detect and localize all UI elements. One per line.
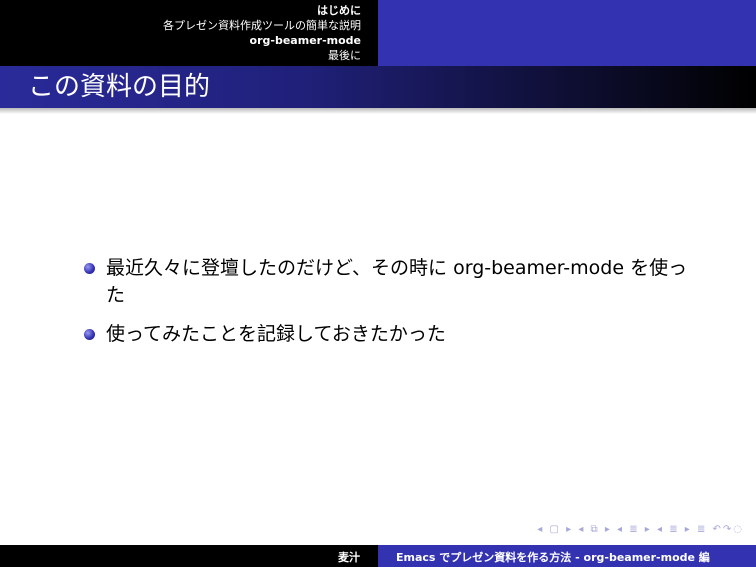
section-navigation: はじめに 各プレゼン資料作成ツールの簡単な説明 org-beamer-mode … <box>163 3 361 63</box>
nav-section-tools[interactable]: 各プレゼン資料作成ツールの簡単な説明 <box>163 18 361 33</box>
list-item-text: 使ってみたことを記録しておきたかった <box>106 323 446 345</box>
navigation-bar: はじめに 各プレゼン資料作成ツールの簡単な説明 org-beamer-mode … <box>0 0 756 66</box>
footer-right: Emacs でプレゼン資料を作る方法 - org-beamer-mode 編 <box>378 545 756 567</box>
footer-title: Emacs でプレゼン資料を作る方法 - org-beamer-mode 編 <box>396 551 710 564</box>
frame-title: この資料の目的 <box>28 72 211 102</box>
list-item-text: 最近久々に登壇したのだけど、その時に org-beamer-mode を使った <box>106 257 688 306</box>
beamer-navigation-symbols[interactable]: ◂ ▢ ▸ ◂ ⧉ ▸ ◂ ≣ ▸ ◂ ≣ ▸ ≣ ↶↷◌ <box>537 524 744 535</box>
list-item: 最近久々に登壇したのだけど、その時に org-beamer-mode を使った <box>84 255 706 309</box>
nav-section-saigoni[interactable]: 最後に <box>163 48 361 63</box>
footer-author: 麦汁 <box>338 551 360 564</box>
frame-title-bar: この資料の目的 <box>0 66 756 108</box>
footer: 麦汁 Emacs でプレゼン資料を作る方法 - org-beamer-mode … <box>0 545 756 567</box>
bullet-list: 最近久々に登壇したのだけど、その時に org-beamer-mode を使った … <box>84 255 706 360</box>
frame-title-shadow <box>0 108 756 114</box>
bullet-icon <box>84 263 95 274</box>
nav-section-org-beamer-mode[interactable]: org-beamer-mode <box>163 33 361 48</box>
navigation-bar-left: はじめに 各プレゼン資料作成ツールの簡単な説明 org-beamer-mode … <box>0 0 378 66</box>
bullet-icon <box>84 329 95 340</box>
footer-left: 麦汁 <box>0 545 378 567</box>
nav-section-hajimeni[interactable]: はじめに <box>163 3 361 18</box>
list-item: 使ってみたことを記録しておきたかった <box>84 321 706 348</box>
navigation-bar-right <box>378 0 756 66</box>
